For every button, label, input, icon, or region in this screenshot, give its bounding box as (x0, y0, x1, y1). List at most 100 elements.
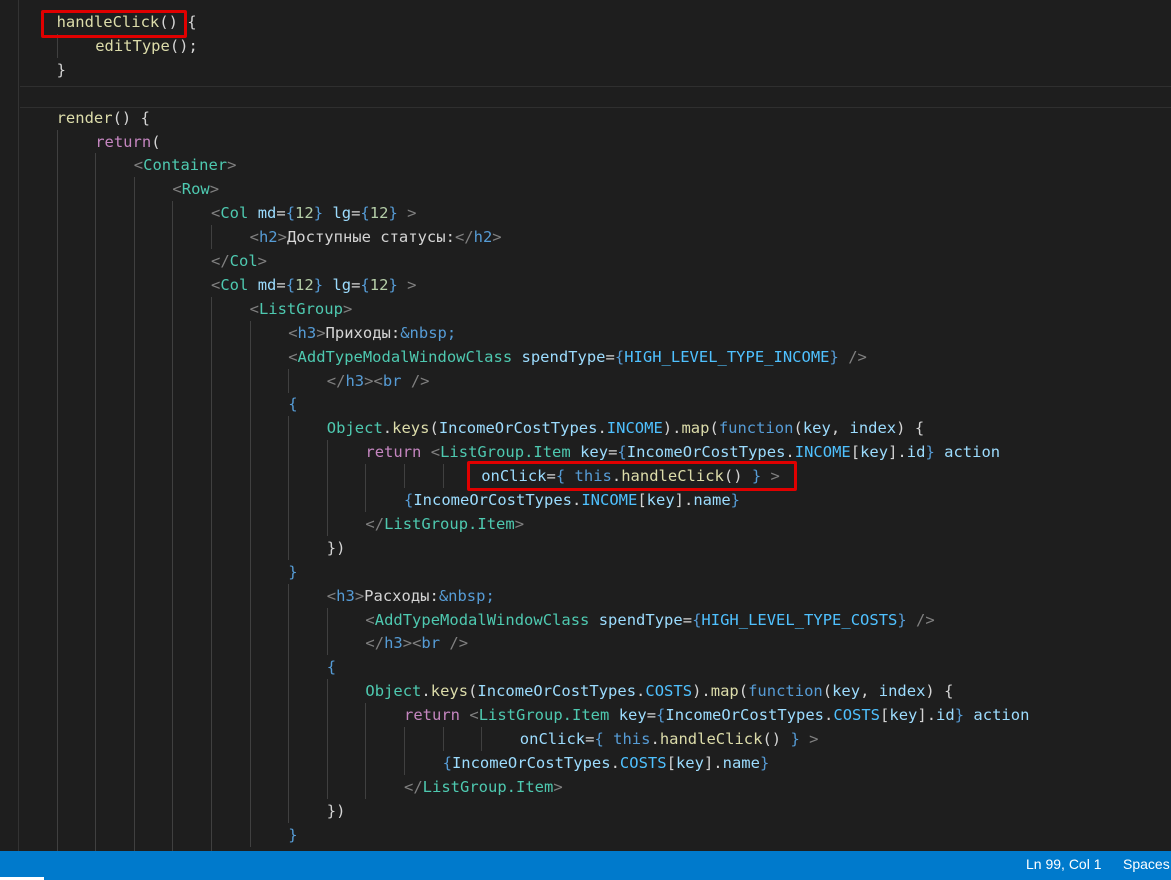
code-line: onClick={ this.handleClick() } > (0, 727, 1171, 751)
indent-guide (288, 488, 290, 512)
code-token: } (925, 443, 935, 462)
code-token: </ (404, 777, 423, 796)
indent-guide (95, 272, 97, 297)
code-token: } (730, 491, 741, 509)
code-token: ). (692, 682, 711, 701)
indent-guide (133, 440, 135, 465)
code-token: > (277, 228, 287, 247)
code-token: IncomeOrCostTypes (413, 491, 572, 509)
indent-guide (133, 583, 135, 608)
indent-guide (249, 416, 251, 441)
code-token: key (860, 443, 889, 462)
indent-guide (211, 464, 212, 489)
indent-guide (56, 201, 58, 226)
code-token: Container (143, 156, 228, 175)
indent-guide (56, 727, 58, 751)
indent-guide (172, 774, 174, 799)
code-token: < (172, 180, 182, 199)
code-token: { (442, 753, 452, 772)
code-token: { (692, 610, 702, 629)
indent-guide (133, 272, 135, 297)
code-line-text: return <ListGroup.Item key={IncomeOrCost… (365, 440, 1000, 464)
code-token: Object (326, 419, 383, 438)
code-line: handleClick() { (0, 10, 1171, 34)
indent-guide (288, 464, 290, 489)
indent-guide (249, 583, 251, 608)
code-token: </ (365, 514, 385, 533)
code-token: </ (365, 634, 385, 653)
code-token: action (944, 443, 1001, 462)
indent-guide (133, 655, 135, 680)
indent-guide (133, 320, 135, 345)
indent-guide (133, 368, 135, 393)
indent-guide (133, 344, 135, 369)
code-token: br (421, 634, 441, 653)
indent-guide (172, 655, 174, 680)
indent-guide (56, 798, 58, 823)
code-token: . (421, 682, 431, 701)
code-line: return <ListGroup.Item key={IncomeOrCost… (0, 703, 1171, 728)
indent-guide (288, 535, 290, 560)
indent-guide (172, 559, 174, 584)
indent-guide (365, 703, 367, 728)
code-token: Расходы: (364, 586, 439, 605)
indent-guide (133, 750, 135, 775)
code-token: onClick (481, 467, 547, 486)
indent-guide (172, 583, 174, 608)
code-token: < (249, 299, 259, 318)
indent-guide (249, 368, 251, 393)
indent-guide (95, 153, 97, 178)
code-token: }) (326, 801, 346, 820)
code-line-text: {IncomeOrCostTypes.COSTS[key].name} (443, 751, 770, 775)
code-line: </ListGroup.Item> (0, 511, 1171, 536)
code-line-text: onClick={ this.handleClick() } > (481, 464, 780, 488)
code-token: } (751, 467, 762, 486)
cursor-position[interactable]: Ln 99, Col 1 (1026, 851, 1102, 880)
code-token: AddTypeModalWindowClass (297, 347, 513, 366)
code-token: { (360, 204, 370, 223)
indent-guide (56, 272, 58, 297)
code-token: } (288, 562, 298, 581)
indent-guide (56, 607, 58, 632)
indent-guide (56, 583, 58, 608)
indent-guide (95, 225, 97, 250)
indent-guide (56, 511, 58, 536)
indent-guide (95, 416, 97, 441)
indent-guide (95, 559, 97, 584)
code-token: ( (822, 682, 833, 701)
code-line: } (0, 822, 1171, 847)
code-line: render() { (0, 106, 1171, 130)
code-token: { (326, 658, 337, 677)
code-token: Col (220, 275, 249, 294)
code-line: <AddTypeModalWindowClass spendType={HIGH… (0, 344, 1171, 369)
indent-guide (249, 703, 251, 728)
code-token: < (288, 323, 298, 342)
indent-guide (288, 655, 290, 680)
code-token: lg (332, 204, 352, 223)
indent-guide (211, 368, 212, 393)
indent-guide (56, 535, 58, 560)
indent-guide (288, 679, 290, 704)
code-token: INCOME (606, 419, 663, 438)
indent-guide (133, 822, 135, 847)
code-token: > (316, 323, 326, 342)
code-editor[interactable]: handleClick() {editType();} render() {ret… (0, 0, 1171, 851)
indent-guide (95, 368, 97, 393)
indent-guide (172, 225, 174, 250)
indentation-setting[interactable]: Spaces: 4 (1123, 851, 1171, 880)
code-token: editType (95, 36, 170, 55)
code-token: Col (220, 204, 249, 223)
code-line-text: </h3><br /> (327, 369, 430, 393)
code-token: IncomeOrCostTypes (626, 443, 786, 462)
code-token: name (722, 753, 760, 772)
code-token: > (227, 156, 237, 175)
indent-guide (133, 225, 135, 250)
code-token: [ (637, 491, 647, 509)
indent-guide (56, 416, 58, 441)
code-line: return <ListGroup.Item key={IncomeOrCost… (0, 440, 1171, 465)
